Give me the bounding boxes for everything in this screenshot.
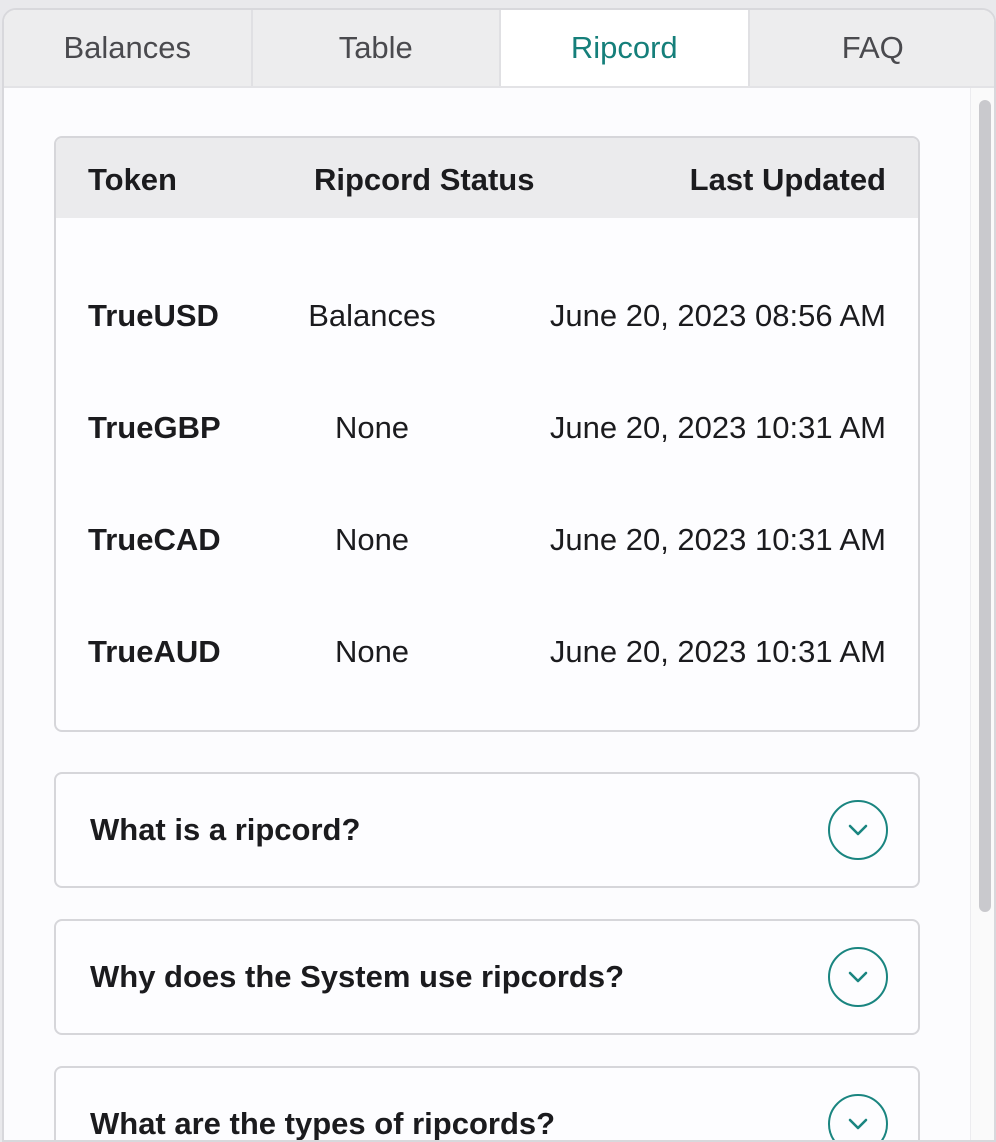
vertical-scrollbar[interactable]: [970, 88, 994, 1140]
tab-bar: Balances Table Ripcord FAQ: [4, 10, 995, 88]
tab-ripcord[interactable]: Ripcord: [501, 10, 750, 86]
faq-item-why-ripcords[interactable]: Why does the System use ripcords?: [54, 919, 920, 1035]
faq-question: What are the types of ripcords?: [90, 1106, 556, 1141]
tab-balances[interactable]: Balances: [4, 10, 253, 86]
table-header: Token Ripcord Status Last Updated: [56, 138, 918, 218]
app-window: Balances Table Ripcord FAQ Token Ripcord…: [2, 8, 996, 1142]
chevron-down-icon[interactable]: [828, 947, 888, 1007]
column-header-ripcord-status: Ripcord Status: [314, 162, 535, 197]
faq-question: What is a ripcord?: [90, 812, 361, 847]
ripcord-status: None: [334, 522, 410, 557]
chevron-down-icon[interactable]: [828, 1094, 888, 1140]
last-updated: June 20, 2023 10:31 AM: [549, 410, 886, 445]
ripcord-panel: Token Ripcord Status Last Updated TrueUS…: [4, 88, 974, 1141]
tab-faq[interactable]: FAQ: [750, 10, 995, 86]
table-row: TrueCAD None June 20, 2023 10:31 AM: [56, 510, 918, 570]
ripcord-status: None: [334, 634, 410, 669]
last-updated: June 20, 2023 08:56 AM: [549, 298, 886, 333]
faq-item-what-is-ripcord[interactable]: What is a ripcord?: [54, 772, 920, 888]
table-row: TrueUSD Balances June 20, 2023 08:56 AM: [56, 286, 918, 346]
ripcord-status-table: Token Ripcord Status Last Updated TrueUS…: [54, 136, 920, 732]
table-row: TrueAUD None June 20, 2023 10:31 AM: [56, 622, 918, 682]
token-name: TrueGBP: [88, 410, 221, 445]
table-row: TrueGBP None June 20, 2023 10:31 AM: [56, 398, 918, 458]
ripcord-status: Balances: [308, 298, 436, 333]
chevron-down-icon[interactable]: [828, 800, 888, 860]
last-updated: June 20, 2023 10:31 AM: [549, 634, 886, 669]
column-header-token: Token: [88, 162, 177, 197]
tab-table[interactable]: Table: [253, 10, 501, 86]
last-updated: June 20, 2023 10:31 AM: [549, 522, 886, 557]
token-name: TrueCAD: [88, 522, 221, 557]
token-name: TrueAUD: [88, 634, 221, 669]
column-header-last-updated: Last Updated: [689, 162, 886, 197]
ripcord-status: None: [334, 410, 410, 445]
scrollbar-thumb[interactable]: [979, 100, 991, 912]
token-name: TrueUSD: [88, 298, 219, 333]
faq-question: Why does the System use ripcords?: [90, 959, 625, 994]
faq-item-types-of-ripcords[interactable]: What are the types of ripcords?: [54, 1066, 920, 1141]
